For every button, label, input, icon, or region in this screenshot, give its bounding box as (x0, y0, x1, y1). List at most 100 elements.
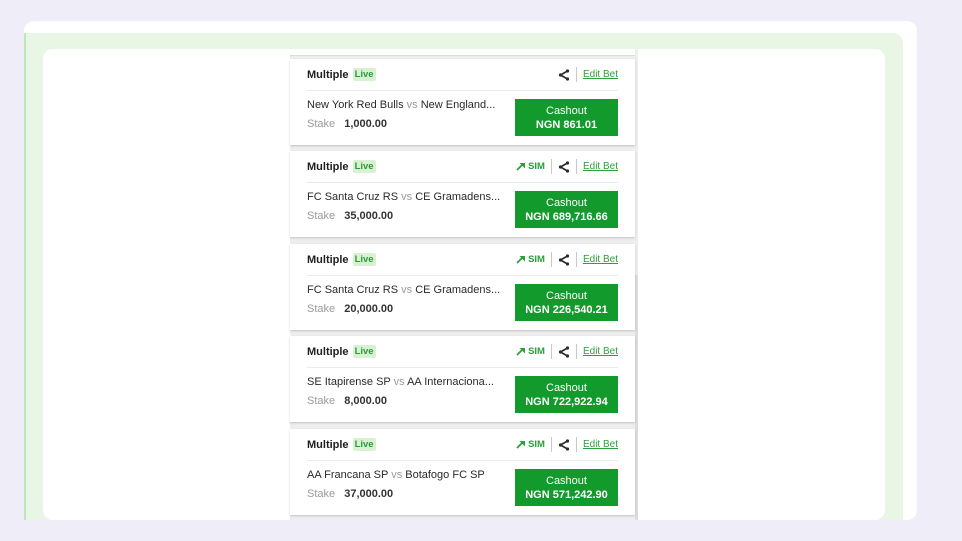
cashout-amount: NGN 861.01 (535, 118, 598, 131)
arrow-up-right-icon (516, 441, 526, 449)
stake-label: Stake (307, 118, 336, 130)
vs-label: vs (401, 284, 413, 296)
share-button[interactable] (558, 160, 570, 173)
sim-button[interactable]: SIM (516, 254, 545, 265)
card-actions: SIM Edit Bet (516, 437, 618, 452)
share-button[interactable] (558, 345, 570, 358)
bet-type-label: Multiple (307, 345, 349, 358)
share-icon (558, 68, 570, 81)
card-actions: SIM Edit Bet (516, 344, 618, 359)
divider (550, 159, 552, 174)
arrow-up-right-icon (516, 348, 526, 356)
stake-value: 37,000.00 (344, 488, 394, 500)
match-teams: FC Santa Cruz RS vs CE Gramadens... (307, 284, 512, 296)
bet-type-label: Multiple (307, 68, 349, 81)
divider (550, 437, 552, 452)
cashout-button[interactable]: Cashout NGN 689,716.66 (515, 191, 618, 228)
bet-type-label: Multiple (307, 253, 349, 266)
sim-button[interactable]: SIM (516, 346, 545, 357)
cashout-button[interactable]: Cashout NGN 722,922.94 (515, 376, 618, 413)
bet-card: Multiple Live SIM (290, 336, 635, 422)
stake-label: Stake (307, 210, 336, 222)
edit-bet-link[interactable]: Edit Bet (583, 161, 618, 172)
live-badge: Live (352, 68, 376, 81)
match-teams: SE Itapirense SP vs AA Internaciona... (307, 376, 512, 388)
edit-bet-link[interactable]: Edit Bet (583, 69, 618, 80)
share-button[interactable] (558, 253, 570, 266)
divider (575, 159, 577, 174)
bet-list[interactable]: Multiple Live Edit Bet New York Red Bull… (290, 49, 638, 520)
bet-card: Multiple Live SIM (290, 244, 635, 330)
divider (575, 437, 577, 452)
cashout-amount: NGN 571,242.90 (525, 488, 608, 501)
vs-label: vs (391, 469, 403, 481)
card-actions: SIM Edit Bet (516, 159, 618, 174)
away-team: Botafogo FC SP (405, 469, 485, 481)
cashout-button[interactable]: Cashout NGN 861.01 (515, 99, 618, 136)
live-badge: Live (352, 345, 376, 358)
vs-label: vs (393, 376, 405, 388)
card-header: Multiple Live SIM Edit Bet (307, 336, 618, 368)
scrollbar[interactable] (635, 275, 638, 520)
cashout-label: Cashout (546, 196, 587, 209)
share-button[interactable] (558, 438, 570, 451)
cashout-label: Cashout (546, 381, 587, 394)
card-header: Multiple Live SIM Edit Bet (307, 151, 618, 183)
away-team: CE Gramadens... (415, 191, 501, 203)
match-teams: FC Santa Cruz RS vs CE Gramadens... (307, 191, 512, 203)
home-team: AA Francana SP (307, 469, 389, 481)
share-icon (558, 160, 570, 173)
bet-card: Multiple Live SIM (290, 429, 635, 515)
share-icon (558, 345, 570, 358)
away-team: AA Internaciona... (407, 376, 494, 388)
stake-label: Stake (307, 303, 336, 315)
live-badge: Live (352, 160, 376, 173)
edit-bet-link[interactable]: Edit Bet (583, 346, 618, 357)
card-header: Multiple Live Edit Bet (307, 59, 618, 91)
bet-type-label: Multiple (307, 160, 349, 173)
stake-label: Stake (307, 488, 336, 500)
stake-value: 1,000.00 (344, 118, 388, 130)
stake-row: Stake 1,000.00 (307, 118, 387, 130)
card-header: Multiple Live SIM Edit Bet (307, 244, 618, 276)
stake-row: Stake 35,000.00 (307, 210, 393, 222)
content-panel: Multiple Live Edit Bet New York Red Bull… (43, 49, 885, 520)
stake-row: Stake 20,000.00 (307, 303, 393, 315)
arrow-up-right-icon (516, 163, 526, 171)
previous-card-edge (290, 49, 635, 56)
sim-label: SIM (528, 346, 545, 357)
cashout-button[interactable]: Cashout NGN 226,540.21 (515, 284, 618, 321)
share-icon (558, 438, 570, 451)
share-icon (558, 253, 570, 266)
bet-type-label: Multiple (307, 438, 349, 451)
cashout-amount: NGN 689,716.66 (525, 210, 608, 223)
home-team: FC Santa Cruz RS (307, 191, 399, 203)
edit-bet-link[interactable]: Edit Bet (583, 439, 618, 450)
sim-label: SIM (528, 439, 545, 450)
share-button[interactable] (558, 68, 570, 81)
away-team: New England... (420, 99, 496, 111)
cashout-button[interactable]: Cashout NGN 571,242.90 (515, 469, 618, 506)
stake-row: Stake 8,000.00 (307, 395, 387, 407)
cashout-label: Cashout (546, 104, 587, 117)
sim-button[interactable]: SIM (516, 161, 545, 172)
card-header: Multiple Live SIM Edit Bet (307, 429, 618, 461)
match-teams: New York Red Bulls vs New England... (307, 99, 512, 111)
divider (550, 344, 552, 359)
stake-row: Stake 37,000.00 (307, 488, 393, 500)
match-teams: AA Francana SP vs Botafogo FC SP (307, 469, 512, 481)
stake-value: 8,000.00 (344, 395, 388, 407)
cashout-amount: NGN 722,922.94 (525, 395, 608, 408)
sim-button[interactable]: SIM (516, 439, 545, 450)
card-actions: SIM Edit Bet (516, 252, 618, 267)
bet-card: Multiple Live Edit Bet New York Red Bull… (290, 59, 635, 145)
divider (575, 67, 577, 82)
vs-label: vs (401, 191, 413, 203)
sim-label: SIM (528, 254, 545, 265)
arrow-up-right-icon (516, 256, 526, 264)
divider (575, 252, 577, 267)
away-team: CE Gramadens... (415, 284, 501, 296)
edit-bet-link[interactable]: Edit Bet (583, 254, 618, 265)
cashout-label: Cashout (546, 289, 587, 302)
home-team: FC Santa Cruz RS (307, 284, 399, 296)
